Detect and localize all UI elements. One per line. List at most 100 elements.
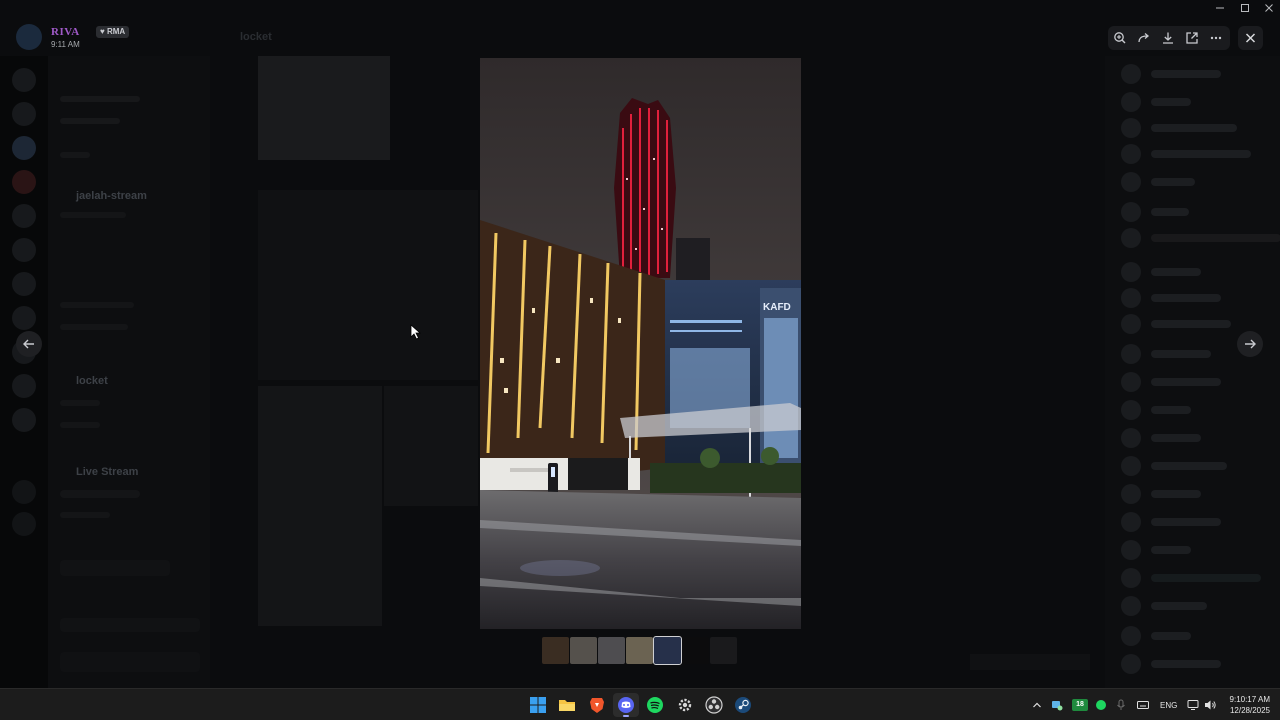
voice-channel-live-stream: Live Stream <box>76 466 139 478</box>
user-panel <box>60 652 200 672</box>
zoom-button[interactable] <box>1111 29 1129 47</box>
server-icon <box>12 306 36 330</box>
maximize-button[interactable] <box>1235 2 1255 18</box>
server-tag: ♥ RMA <box>96 26 130 38</box>
language-indicator[interactable]: ENG <box>1160 701 1177 710</box>
kafd-sign: KAFD <box>763 302 791 313</box>
channel-jaelah-stream: jaelah-stream <box>76 190 147 202</box>
taskbar-brave[interactable] <box>587 695 607 715</box>
tray-volume[interactable] <box>1203 698 1217 712</box>
more-icon <box>1210 36 1222 40</box>
message-timestamp: 9:11 AM <box>51 40 80 49</box>
channel-row <box>60 212 126 218</box>
server-icon <box>12 204 36 228</box>
chevron-up-icon <box>1033 702 1041 708</box>
message-author: RIVA ♥ RMA 9:11 AM <box>16 24 216 52</box>
steam-icon <box>735 697 751 713</box>
discord-icon <box>618 697 634 713</box>
server-icon <box>12 238 36 262</box>
author-name[interactable]: RIVA <box>51 26 80 38</box>
forward-icon <box>1138 33 1150 43</box>
chat-input-icons <box>970 654 1090 670</box>
spotify-tray-icon <box>1096 700 1106 710</box>
tray-battery-app[interactable]: 18 <box>1072 698 1088 712</box>
minimize-icon <box>1216 7 1224 9</box>
thumbnail[interactable] <box>710 637 737 664</box>
message-image <box>384 386 478 506</box>
clock-time: 9:10:17 AM <box>1229 695 1270 704</box>
taskbar-obs[interactable] <box>704 695 724 715</box>
system-clock[interactable]: 9:10:17 AM 12/28/2025 <box>1226 694 1270 716</box>
thumbnail[interactable] <box>682 637 709 664</box>
server-icon <box>12 136 36 160</box>
forward-button[interactable] <box>1135 29 1153 47</box>
start-button[interactable] <box>528 695 548 715</box>
tray-network[interactable] <box>1186 698 1200 712</box>
thumbnail[interactable] <box>542 637 569 664</box>
maximize-icon <box>1241 4 1249 12</box>
tray-microphone[interactable] <box>1114 698 1128 712</box>
message-image <box>258 386 382 626</box>
voice-user <box>60 512 110 518</box>
brave-browser-icon <box>590 698 604 713</box>
channel-list: jaelah-stream locket Live Stream <box>48 56 210 688</box>
download-icon <box>1163 32 1173 44</box>
zoom-in-icon <box>1114 32 1126 44</box>
thumbnail[interactable] <box>598 637 625 664</box>
voice-user <box>60 490 140 498</box>
close-icon <box>1245 33 1256 43</box>
thumbnail[interactable] <box>626 637 653 664</box>
more-options-button[interactable] <box>1207 29 1225 47</box>
next-image-button[interactable] <box>1237 331 1263 357</box>
explore-icon <box>12 512 36 536</box>
active-indicator <box>623 715 629 717</box>
server-icon <box>12 374 36 398</box>
mouse-cursor-icon <box>410 324 422 340</box>
network-icon <box>1187 700 1199 710</box>
channel-row <box>60 422 100 428</box>
server-icon <box>12 102 36 126</box>
message-image <box>258 190 478 380</box>
windows-start-icon <box>530 697 546 713</box>
channel-header-title: locket <box>240 31 272 43</box>
channel-row <box>60 152 90 158</box>
media-image[interactable]: KAFD <box>480 58 801 629</box>
minimize-button[interactable] <box>1210 2 1230 18</box>
obs-icon <box>705 696 723 714</box>
add-server-icon <box>12 480 36 504</box>
file-explorer-icon <box>559 700 575 711</box>
taskbar-steam[interactable] <box>733 695 753 715</box>
server-icon <box>12 170 36 194</box>
tray-keyboard[interactable] <box>1136 698 1150 712</box>
channel-row <box>60 324 128 330</box>
channel-row <box>60 400 100 406</box>
download-button[interactable] <box>1159 29 1177 47</box>
server-icon <box>12 272 36 296</box>
taskbar-discord[interactable] <box>613 693 639 717</box>
show-hidden-icons-button[interactable] <box>1030 698 1044 712</box>
member-list <box>1105 56 1280 688</box>
taskbar-spotify[interactable] <box>645 695 665 715</box>
app-tray-icon <box>1052 701 1063 711</box>
voice-controls <box>60 618 200 632</box>
avatar[interactable] <box>16 24 42 50</box>
keyboard-icon <box>1137 701 1149 709</box>
tray-spotify[interactable] <box>1094 698 1108 712</box>
taskbar-file-explorer[interactable] <box>557 695 577 715</box>
taskbar-settings[interactable] <box>675 695 695 715</box>
channel-row <box>60 96 140 102</box>
window-close-button[interactable] <box>1259 2 1279 18</box>
previous-image-button[interactable] <box>16 331 42 357</box>
close-viewer-button[interactable] <box>1238 26 1263 50</box>
screen: jaelah-stream locket Live Stream locket … <box>0 0 1280 720</box>
tray-app[interactable] <box>1050 698 1064 712</box>
channel-header: locket <box>210 28 1105 48</box>
window-close-icon <box>1265 4 1273 12</box>
open-in-browser-button[interactable] <box>1183 29 1201 47</box>
media-viewer-toolbar <box>1108 26 1230 50</box>
volume-icon <box>1205 700 1216 710</box>
microphone-icon <box>1117 699 1125 710</box>
thumbnail[interactable] <box>570 637 597 664</box>
server-icon <box>12 408 36 432</box>
thumbnail-active[interactable] <box>653 636 682 665</box>
